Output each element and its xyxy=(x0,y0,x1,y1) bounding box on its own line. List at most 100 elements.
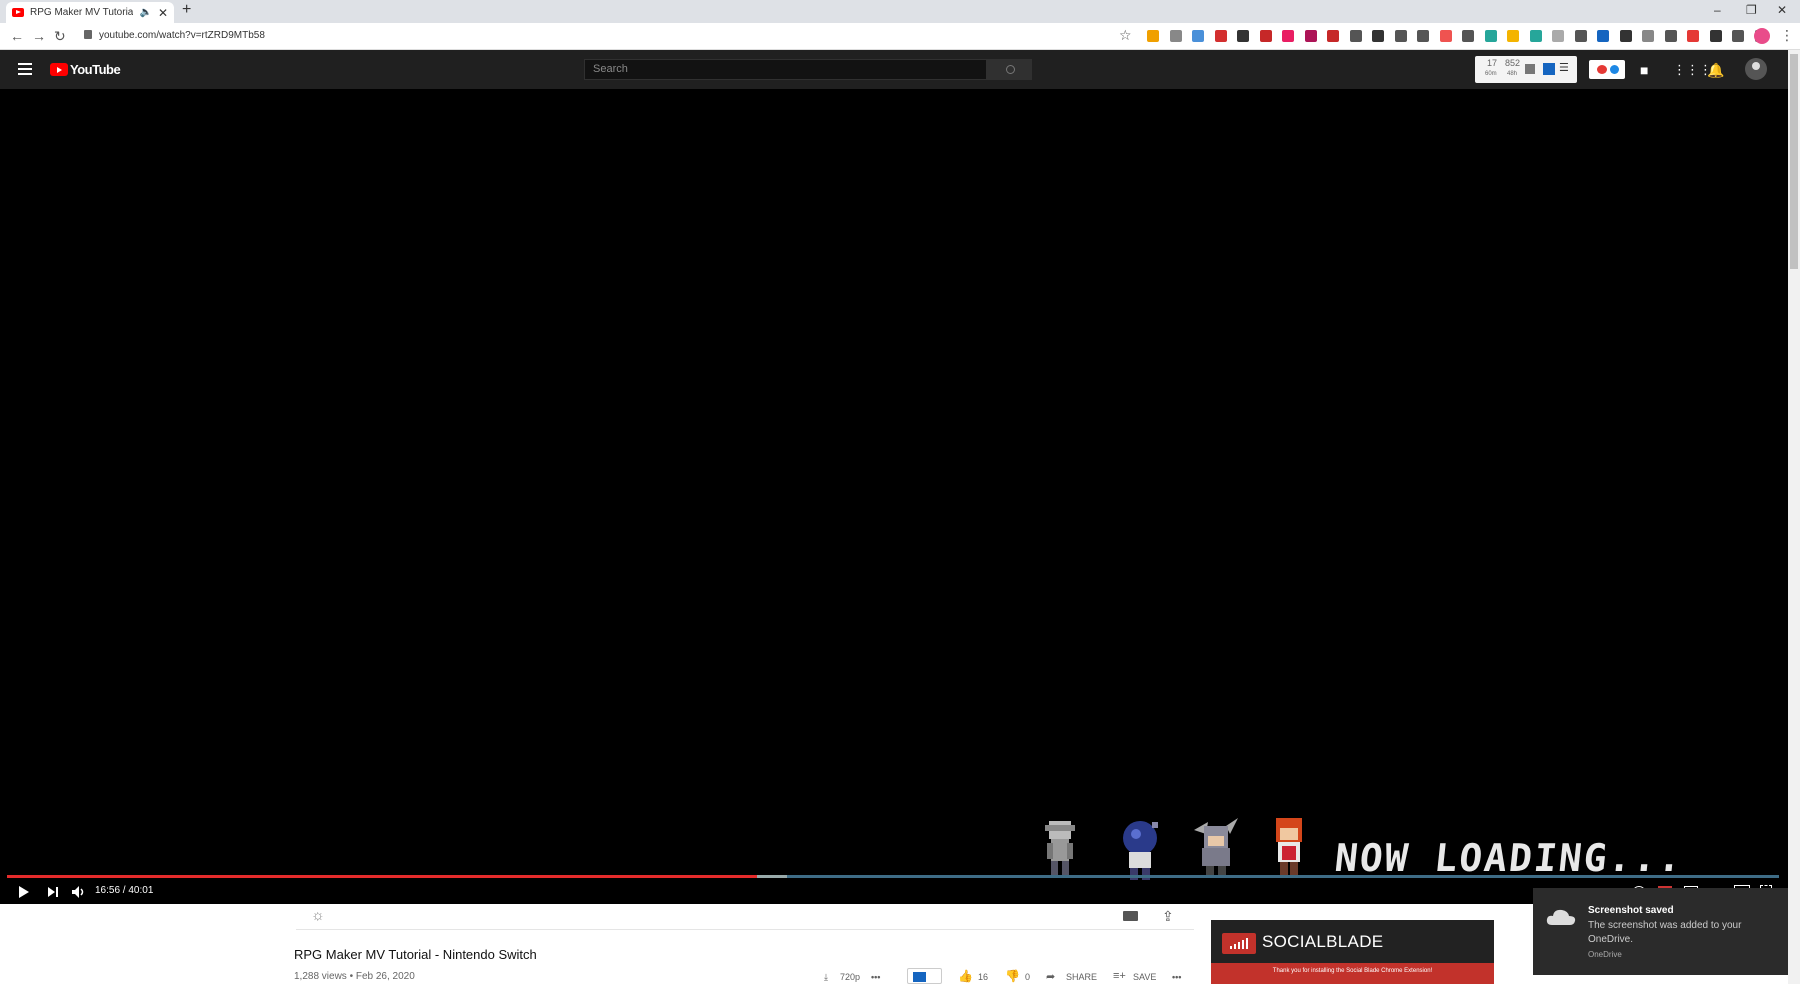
forward-icon[interactable]: → xyxy=(32,28,46,44)
progress-played xyxy=(7,875,757,878)
search-input[interactable]: Search xyxy=(584,59,987,80)
socialblade-card[interactable]: SOCIALBLADE Thank you for installing the… xyxy=(1211,920,1494,984)
browser-extension-icon[interactable] xyxy=(1687,30,1699,42)
account-avatar[interactable] xyxy=(1745,58,1767,80)
toast-body: The screenshot was added to your OneDriv… xyxy=(1588,920,1742,945)
stats-menu-icon[interactable]: ☰ xyxy=(1559,61,1569,74)
browser-extension-icon[interactable] xyxy=(1372,30,1384,42)
share-icon[interactable]: ➦ xyxy=(1046,970,1055,983)
youtube-favicon-icon xyxy=(12,8,24,17)
playlist-ext-button[interactable] xyxy=(907,968,942,984)
stats-play-icon[interactable] xyxy=(1543,63,1555,75)
reload-icon[interactable]: ↻ xyxy=(54,28,66,45)
browser-profile-avatar[interactable] xyxy=(1754,28,1770,44)
browser-extension-icon[interactable] xyxy=(1282,30,1294,42)
create-video-icon[interactable]: ■ xyxy=(1640,62,1648,78)
back-icon[interactable]: ← xyxy=(10,28,24,44)
browser-extension-icon[interactable] xyxy=(1417,30,1429,42)
time-display: 16:56 / 40:01 xyxy=(95,885,154,896)
tab-close-icon[interactable]: ✕ xyxy=(158,6,168,20)
page-scrollbar[interactable] xyxy=(1788,50,1800,984)
toast-title: Screenshot saved xyxy=(1588,905,1674,916)
browser-extension-icon[interactable] xyxy=(1169,30,1182,42)
youtube-logo[interactable]: YouTube xyxy=(50,62,121,77)
video-meta: 1,288 views • Feb 26, 2020 xyxy=(294,971,415,982)
browser-extension-icon[interactable] xyxy=(1664,30,1677,42)
like-count: 16 xyxy=(978,972,989,982)
download-icon[interactable]: ⤓ xyxy=(824,972,828,983)
video-controls: 16:56 / 40:01 xyxy=(0,880,1788,904)
browser-extension-icon[interactable] xyxy=(1709,30,1722,42)
quality-label[interactable]: 720p xyxy=(840,972,860,982)
browser-extension-icon[interactable] xyxy=(1192,30,1204,42)
minimize-icon[interactable]: – xyxy=(1714,3,1721,17)
lock-icon xyxy=(84,30,92,39)
dislike-icon[interactable]: 👎 xyxy=(1005,969,1020,983)
bookmark-star-icon[interactable]: ☆ xyxy=(1119,27,1132,44)
youtube-header: YouTube Search 17 60m 852 48h ☰ ■ ⋮⋮⋮ 🔔 xyxy=(0,50,1788,89)
stat-unit-2: 48h xyxy=(1507,71,1518,77)
browser-extension-icon[interactable] xyxy=(1214,30,1227,42)
more-dots-icon[interactable]: ••• xyxy=(871,972,880,982)
browser-extension-icon[interactable] xyxy=(1507,30,1519,42)
dislike-count: 0 xyxy=(1025,972,1031,982)
camera-icon[interactable] xyxy=(1123,911,1138,921)
logo-text: YouTube xyxy=(70,62,121,77)
realtime-stats-widget[interactable]: 17 60m 852 48h ☰ xyxy=(1475,56,1577,83)
browser-menu-icon[interactable]: ⋮ xyxy=(1780,27,1794,44)
more-actions-icon[interactable]: ••• xyxy=(1172,972,1181,982)
window-close-icon[interactable]: ✕ xyxy=(1777,3,1787,17)
browser-extension-icon[interactable] xyxy=(1597,30,1609,42)
like-icon[interactable]: 👍 xyxy=(958,969,973,983)
browser-extension-icon[interactable] xyxy=(1529,30,1542,42)
browser-extension-icon[interactable] xyxy=(1574,30,1587,42)
browser-extension-icon[interactable] xyxy=(1642,30,1654,42)
new-tab-button[interactable]: + xyxy=(182,1,191,19)
scrollbar-thumb[interactable] xyxy=(1790,54,1798,269)
browser-tab[interactable]: RPG Maker MV Tutorial - Ni 🔈 ✕ xyxy=(6,2,174,23)
export-icon[interactable]: ⇪ xyxy=(1162,908,1174,925)
search-button[interactable] xyxy=(987,59,1032,80)
browser-extension-icon[interactable] xyxy=(1259,30,1272,42)
socialblade-name: SOCIALBLADE xyxy=(1262,932,1384,951)
socialblade-banner: Thank you for installing the Social Blad… xyxy=(1211,963,1494,984)
save-icon[interactable]: ≡+ xyxy=(1113,970,1126,982)
browser-extension-icon[interactable] xyxy=(1619,30,1632,42)
url-text[interactable]: youtube.com/watch?v=rtZRD9MTb58 xyxy=(99,30,265,41)
browser-extension-icon[interactable] xyxy=(1237,30,1249,42)
play-icon[interactable] xyxy=(18,885,30,899)
stat-value-2: 852 xyxy=(1505,58,1521,68)
brightness-icon[interactable]: ☼ xyxy=(311,907,325,924)
video-progress-bar[interactable] xyxy=(7,875,1779,878)
stat-value-1: 17 xyxy=(1487,58,1498,68)
character-sprite-redhead xyxy=(1276,818,1302,876)
browser-extension-icon[interactable] xyxy=(1462,30,1474,42)
browser-extension-icon[interactable] xyxy=(1327,30,1339,42)
hamburger-menu-icon[interactable] xyxy=(18,63,32,78)
now-loading-text: NOW LOADING... xyxy=(1332,836,1686,880)
share-button[interactable]: SHARE xyxy=(1066,972,1097,982)
stats-chart-icon[interactable] xyxy=(1525,64,1535,74)
browser-extension-icon[interactable] xyxy=(1552,30,1564,42)
save-button[interactable]: SAVE xyxy=(1133,972,1156,982)
socialblade-logo-icon xyxy=(1222,933,1256,954)
browser-extension-icon[interactable] xyxy=(1732,30,1744,42)
onedrive-toast[interactable]: Screenshot saved The screenshot was adde… xyxy=(1533,888,1788,975)
browser-extension-icon[interactable] xyxy=(1349,30,1362,42)
browser-extension-icon[interactable] xyxy=(1439,30,1452,42)
browser-extension-icon[interactable] xyxy=(1147,30,1159,42)
restore-icon[interactable]: ❐ xyxy=(1746,3,1757,17)
video-title: RPG Maker MV Tutorial - Nintendo Switch xyxy=(294,947,537,962)
extension-toggle-button[interactable] xyxy=(1589,60,1625,79)
browser-tab-strip: RPG Maker MV Tutorial - Ni 🔈 ✕ + – ❐ ✕ xyxy=(0,0,1800,23)
progress-buffered xyxy=(756,875,787,878)
browser-extension-icon[interactable] xyxy=(1304,30,1317,42)
browser-extension-icon[interactable] xyxy=(1394,30,1407,42)
browser-extension-icon[interactable] xyxy=(1484,30,1497,42)
video-player[interactable] xyxy=(0,89,1788,904)
notifications-bell-icon[interactable]: 🔔 xyxy=(1707,62,1724,79)
tab-audio-icon[interactable]: 🔈 xyxy=(139,7,151,18)
volume-icon[interactable] xyxy=(71,885,87,899)
next-icon[interactable] xyxy=(47,886,59,898)
address-bar-row: ← → ↻ youtube.com/watch?v=rtZRD9MTb58 ☆ … xyxy=(0,23,1800,50)
